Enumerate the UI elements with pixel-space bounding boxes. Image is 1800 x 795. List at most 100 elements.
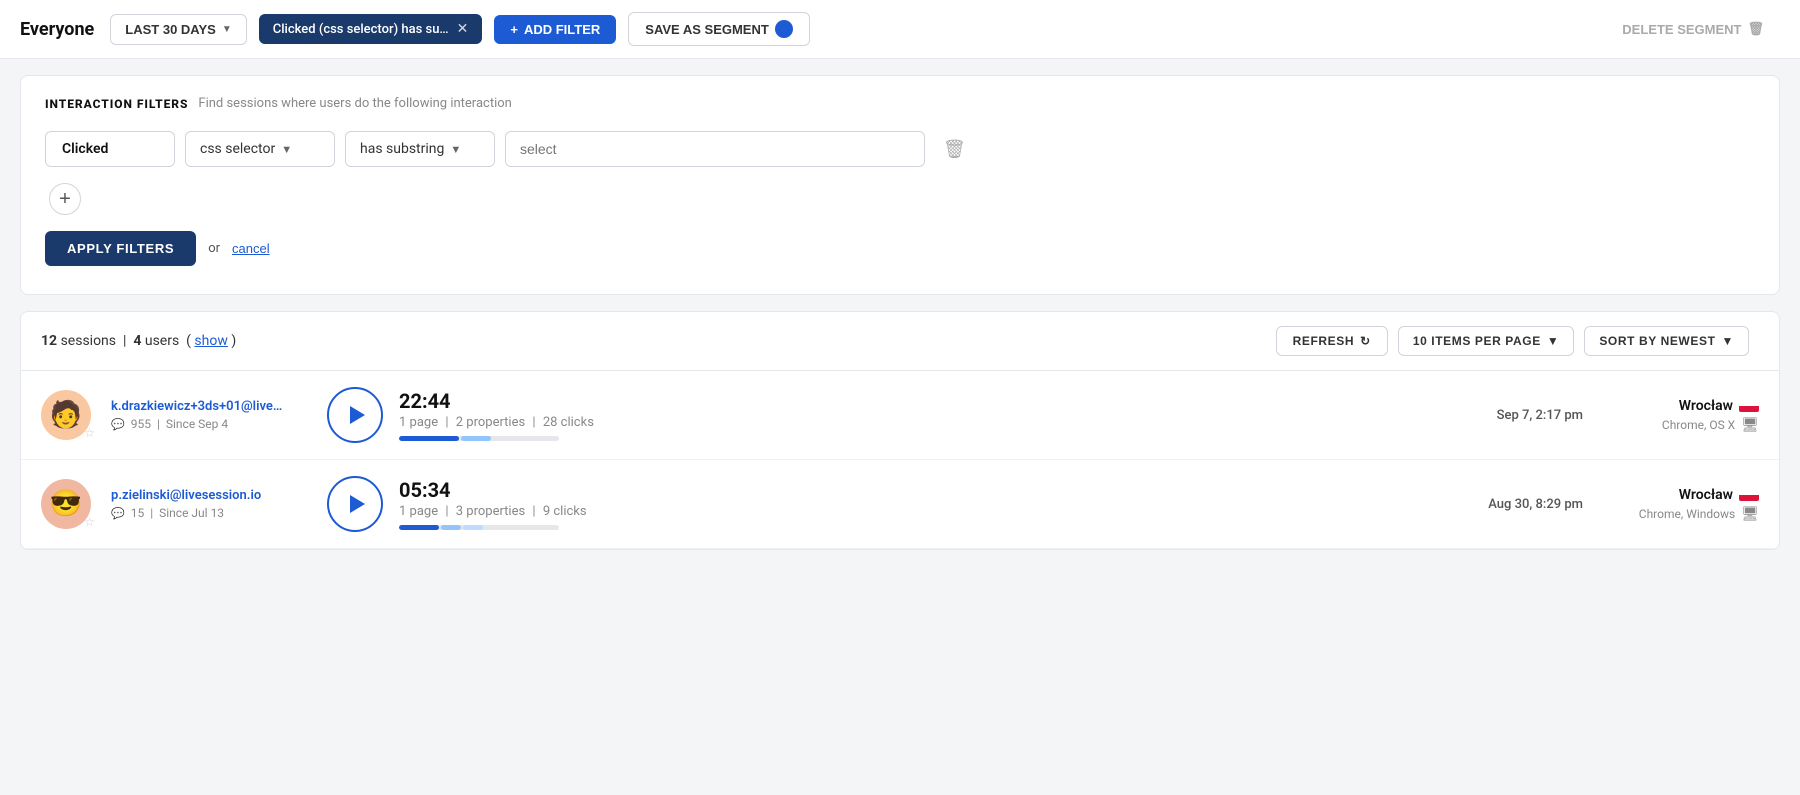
session-duration: 05:34 [399, 478, 1417, 502]
progress-segment [399, 525, 439, 530]
separator: | [445, 415, 448, 430]
session-location: Wrocław Chrome, OS X 🖥 [1599, 398, 1759, 433]
chevron-down-icon: ▼ [222, 24, 232, 35]
refresh-label: REFRESH [1293, 334, 1355, 348]
per-page-button[interactable]: 10 ITEMS PER PAGE ▼ [1398, 326, 1575, 356]
per-page-label: 10 ITEMS PER PAGE [1413, 334, 1541, 348]
separator: | [157, 417, 160, 431]
page-title: Everyone [20, 19, 94, 40]
segment-dot-icon [775, 20, 793, 38]
city-name: Wrocław [1599, 487, 1759, 503]
trash-icon: 🗑 [943, 139, 966, 159]
progress-segment [461, 436, 491, 441]
session-date: Sep 7, 2:17 pm [1433, 408, 1583, 423]
browser-label: Chrome, OS X [1662, 418, 1735, 432]
apply-filters-button[interactable]: APPLY FILTERS [45, 231, 196, 266]
bubble-icon: 💬 [111, 418, 125, 431]
filter-property-label: css selector [200, 141, 275, 157]
refresh-icon: ↻ [1360, 334, 1371, 348]
plus-icon: + [510, 22, 518, 37]
show-users-link[interactable]: show [194, 333, 227, 349]
bubble-icon: 💬 [111, 507, 125, 520]
delete-filter-row-button[interactable]: 🗑 [935, 133, 974, 166]
bubble-count: 955 [131, 417, 151, 431]
trash-icon: 🗑 [1747, 21, 1764, 37]
chevron-down-icon: ▼ [1547, 334, 1559, 348]
user-info: p.zielinski@livesession.io 💬 15 | Since … [111, 488, 311, 520]
active-filter-label: Clicked (css selector) has su… [273, 22, 449, 37]
session-date: Aug 30, 8:29 pm [1433, 497, 1583, 512]
filter-operator-select[interactable]: has substring ▼ [345, 131, 495, 167]
monitor-icon: 🖥 [1741, 417, 1759, 433]
separator: | [532, 415, 535, 430]
refresh-button[interactable]: REFRESH ↻ [1276, 326, 1388, 356]
separator: | [150, 506, 153, 520]
top-bar: Everyone LAST 30 DAYS ▼ Clicked (css sel… [0, 0, 1800, 59]
close-icon[interactable]: ✕ [457, 21, 469, 37]
avatar-wrap: 🧑 ☆ [41, 390, 95, 440]
city-name: Wrocław [1599, 398, 1759, 414]
user-meta: 💬 15 | Since Jul 13 [111, 506, 311, 520]
since-label: Since Jul 13 [159, 506, 224, 520]
filter-value-input[interactable] [505, 131, 925, 167]
sessions-count-number: 12 [41, 333, 57, 349]
session-stats: 05:34 1 page | 3 properties | 9 clicks [399, 478, 1417, 530]
play-button[interactable] [327, 387, 383, 443]
user-info: k.drazkiewicz+3ds+01@live… 💬 955 | Since… [111, 399, 311, 431]
monitor-icon: 🖥 [1741, 506, 1759, 522]
user-email[interactable]: k.drazkiewicz+3ds+01@live… [111, 399, 311, 414]
users-count-number: 4 [133, 333, 141, 349]
separator: | [445, 504, 448, 519]
sessions-count: 12 sessions | 4 users ( show ) [41, 333, 1276, 349]
filters-panel-header: INTERACTION FILTERS Find sessions where … [45, 96, 1755, 111]
sessions-panel: 12 sessions | 4 users ( show ) REFRESH ↻… [20, 311, 1780, 550]
browser-info: Chrome, Windows 🖥 [1599, 506, 1759, 522]
plus-icon: + [59, 188, 71, 211]
flag-poland-icon [1739, 399, 1759, 412]
play-button[interactable] [327, 476, 383, 532]
avatar-wrap: 😎 ☆ [41, 479, 95, 529]
date-filter-button[interactable]: LAST 30 DAYS ▼ [110, 14, 246, 45]
sessions-header: 12 sessions | 4 users ( show ) REFRESH ↻… [21, 312, 1779, 371]
chevron-down-icon: ▼ [1722, 334, 1734, 348]
delete-segment-label: DELETE SEGMENT [1622, 22, 1741, 37]
browser-label: Chrome, Windows [1639, 507, 1735, 521]
chevron-down-icon: ▼ [450, 143, 461, 156]
star-icon[interactable]: ☆ [84, 515, 95, 529]
progress-segment [463, 525, 483, 530]
save-segment-label: SAVE AS SEGMENT [645, 22, 769, 37]
filter-actions: APPLY FILTERS or cancel [45, 231, 1755, 266]
filter-operator-label: has substring [360, 141, 444, 157]
filter-property-select[interactable]: css selector ▼ [185, 131, 335, 167]
progress-segment [399, 436, 459, 441]
avatar-emoji: 🧑 [50, 400, 82, 430]
avatar-emoji: 😎 [50, 489, 82, 519]
active-filter-tag[interactable]: Clicked (css selector) has su… ✕ [259, 14, 483, 44]
user-email[interactable]: p.zielinski@livesession.io [111, 488, 311, 503]
add-condition-button[interactable]: + [49, 183, 81, 215]
separator: | [532, 504, 535, 519]
chevron-down-icon: ▼ [281, 143, 292, 156]
user-meta: 💬 955 | Since Sep 4 [111, 417, 311, 431]
session-duration: 22:44 [399, 389, 1417, 413]
save-segment-button[interactable]: SAVE AS SEGMENT [628, 12, 810, 46]
add-filter-button[interactable]: + ADD FILTER [494, 15, 616, 44]
progress-segment [441, 525, 461, 530]
star-icon[interactable]: ☆ [84, 426, 95, 440]
cancel-button[interactable]: cancel [232, 241, 270, 256]
delete-segment-button[interactable]: DELETE SEGMENT 🗑 [1606, 14, 1780, 44]
progress-bar [399, 525, 559, 530]
session-stats: 22:44 1 page | 2 properties | 28 clicks [399, 389, 1417, 441]
play-triangle-icon [350, 406, 365, 424]
play-triangle-icon [350, 495, 365, 513]
users-count-suffix: users [145, 333, 179, 349]
sort-label: SORT BY NEWEST [1599, 334, 1715, 348]
table-row: 😎 ☆ p.zielinski@livesession.io 💬 15 | Si… [21, 460, 1779, 549]
progress-bar [399, 436, 559, 441]
session-location: Wrocław Chrome, Windows 🖥 [1599, 487, 1759, 522]
bubble-count: 15 [131, 506, 145, 520]
filter-type-box[interactable]: Clicked [45, 131, 175, 167]
filters-panel-subtitle: Find sessions where users do the followi… [198, 96, 511, 111]
session-details: 1 page | 2 properties | 28 clicks [399, 415, 1417, 430]
sort-button[interactable]: SORT BY NEWEST ▼ [1584, 326, 1749, 356]
